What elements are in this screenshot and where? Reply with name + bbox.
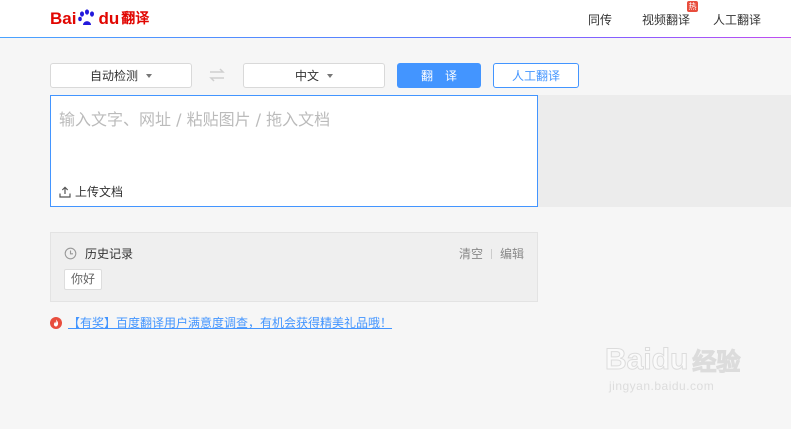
history-actions: 清空 编辑 bbox=[459, 245, 524, 262]
history-panel: 历史记录 清空 编辑 你好 bbox=[50, 232, 538, 302]
source-text-input[interactable]: 输入文字、网址 / 粘贴图片 / 拖入文档 上传文档 bbox=[50, 95, 538, 207]
fire-icon bbox=[50, 316, 62, 329]
hot-badge: 热 bbox=[687, 1, 698, 12]
survey-link[interactable]: 【有奖】百度翻译用户满意度调查，有机会获得精美礼品哦！ bbox=[68, 314, 392, 331]
nav-item-human-translate[interactable]: 人工翻译 bbox=[713, 11, 761, 28]
logo-text-bai: Bai bbox=[50, 8, 77, 28]
upload-document-button[interactable]: 上传文档 bbox=[59, 183, 123, 200]
nav-item-video-translate-label: 视频翻译 bbox=[641, 13, 690, 27]
watermark-brand-cn: 经验 bbox=[692, 348, 741, 377]
clock-icon bbox=[64, 247, 77, 260]
baidu-translate-logo[interactable]: Bai du 翻译 bbox=[50, 6, 149, 30]
caret-down-icon bbox=[146, 73, 152, 78]
baidu-paw-icon bbox=[77, 9, 97, 27]
upload-icon bbox=[59, 185, 71, 198]
target-language-label: 中文 bbox=[294, 69, 319, 83]
human-translate-button[interactable]: 人工翻译 bbox=[493, 63, 579, 88]
source-language-select[interactable]: 自动检测 bbox=[50, 63, 192, 88]
logo-text-translate: 翻译 bbox=[121, 11, 150, 27]
input-placeholder: 输入文字、网址 / 粘贴图片 / 拖入文档 bbox=[59, 110, 331, 129]
swap-icon[interactable] bbox=[208, 68, 226, 82]
caret-down-icon bbox=[327, 73, 333, 78]
nav-item-video-translate[interactable]: 视频翻译 热 bbox=[641, 1, 698, 28]
baidu-jingyan-watermark: Baidu 经验 jingyan.baidu.com bbox=[604, 342, 741, 394]
source-language-label: 自动检测 bbox=[89, 69, 138, 83]
history-title: 历史记录 bbox=[85, 247, 134, 261]
header-gradient-line bbox=[0, 37, 791, 38]
history-item[interactable]: 你好 bbox=[64, 269, 103, 290]
target-language-select[interactable]: 中文 bbox=[243, 63, 385, 88]
edit-history-button[interactable]: 编辑 bbox=[500, 245, 524, 262]
top-header: Bai du 翻译 同传 视频翻译 热 人工翻译 bbox=[0, 0, 791, 38]
upload-document-label: 上传文档 bbox=[75, 185, 124, 199]
survey-promo: 【有奖】百度翻译用户满意度调查，有机会获得精美礼品哦！ bbox=[50, 314, 392, 331]
divider bbox=[490, 248, 492, 259]
watermark-url: jingyan.baidu.com bbox=[609, 379, 715, 393]
history-header: 历史记录 bbox=[64, 245, 133, 262]
output-panel bbox=[538, 95, 791, 207]
watermark-brand: Baidu bbox=[604, 342, 689, 376]
translate-button[interactable]: 翻译 bbox=[397, 63, 481, 88]
clear-history-button[interactable]: 清空 bbox=[459, 245, 483, 262]
nav-item-simultaneous[interactable]: 同传 bbox=[588, 11, 612, 28]
logo-text-du: du bbox=[98, 8, 120, 28]
